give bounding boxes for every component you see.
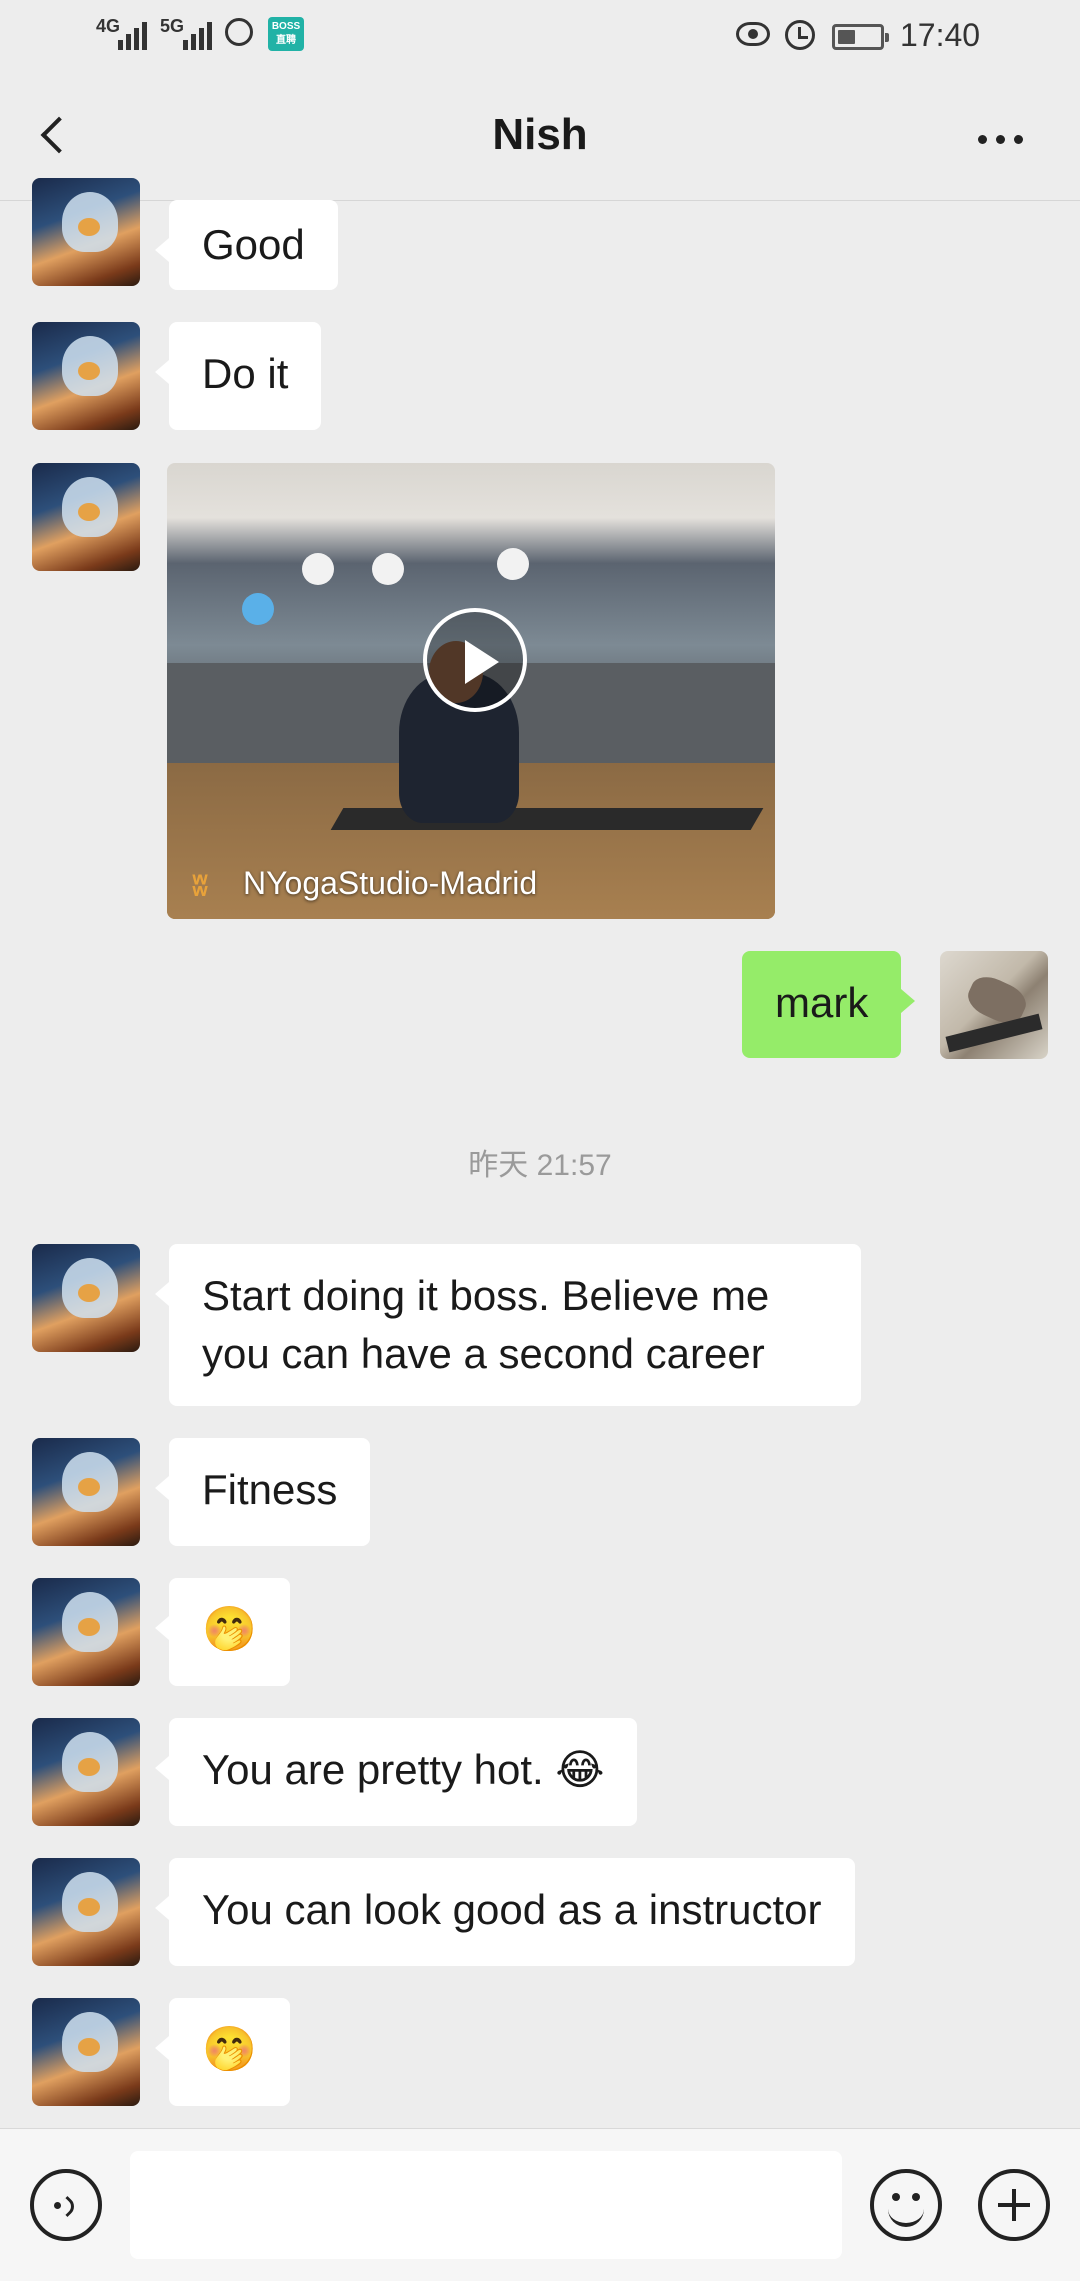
chat-timestamp: 昨天 21:57 xyxy=(468,1149,612,1182)
video-message[interactable]: ʬ NYogaStudio-Madrid xyxy=(167,463,775,919)
message-bubble[interactable]: You are pretty hot. 😂 xyxy=(154,1718,638,1826)
message-bubble[interactable]: Start doing it boss. Believe me you can … xyxy=(155,1244,861,1406)
message-bubble[interactable]: Do it xyxy=(154,322,322,430)
contact-avatar[interactable] xyxy=(32,178,140,286)
contact-avatar[interactable] xyxy=(32,1718,140,1826)
message-bubble[interactable]: You can look good as a instructor xyxy=(155,1858,855,1966)
network-4g-label: 4G xyxy=(96,16,121,36)
contact-avatar[interactable] xyxy=(32,322,140,430)
video-lamp xyxy=(242,593,274,625)
emoji-message[interactable]: 🤭 xyxy=(155,1578,290,1686)
emoji-icon[interactable] xyxy=(870,2169,942,2241)
boss-app-icon: BOSS 直聘 xyxy=(268,17,304,51)
contact-avatar[interactable] xyxy=(32,1244,140,1352)
battery-icon xyxy=(832,24,889,50)
message-bubble[interactable]: Good xyxy=(155,200,338,290)
input-bar xyxy=(0,2128,1080,2281)
message-bubble[interactable]: Fitness xyxy=(154,1438,371,1546)
my-avatar[interactable] xyxy=(940,951,1048,1059)
video-lamp xyxy=(302,553,334,585)
eye-icon xyxy=(736,22,770,46)
play-icon[interactable] xyxy=(423,608,527,712)
channel-logo-icon: ʬ xyxy=(192,870,209,903)
contact-avatar[interactable] xyxy=(32,463,140,571)
message-input[interactable] xyxy=(130,2151,842,2259)
whatsapp-icon xyxy=(225,18,253,46)
status-time: 17:40 xyxy=(900,17,981,53)
network-5g-label: 5G xyxy=(160,16,185,36)
emoji-message[interactable]: 🤭 xyxy=(155,1998,290,2106)
contact-avatar[interactable] xyxy=(32,1578,140,1686)
plus-icon[interactable] xyxy=(978,2169,1050,2241)
message-bubble-outgoing[interactable]: mark xyxy=(742,951,916,1058)
more-icon[interactable] xyxy=(970,125,1030,155)
status-bar: 4G 5G BOSS 直聘 17:40 xyxy=(0,0,1080,70)
voice-icon[interactable] xyxy=(30,2169,102,2241)
contact-avatar[interactable] xyxy=(32,1858,140,1966)
contact-avatar[interactable] xyxy=(32,1438,140,1546)
chat-header: Nish xyxy=(0,70,1080,201)
video-source-label: NYogaStudio-Madrid xyxy=(243,865,538,901)
contact-avatar[interactable] xyxy=(32,1998,140,2106)
video-lamp xyxy=(497,548,529,580)
video-lamp xyxy=(372,553,404,585)
video-mat xyxy=(330,808,764,830)
chat-title: Nish xyxy=(492,110,588,159)
alarm-icon xyxy=(785,20,815,50)
